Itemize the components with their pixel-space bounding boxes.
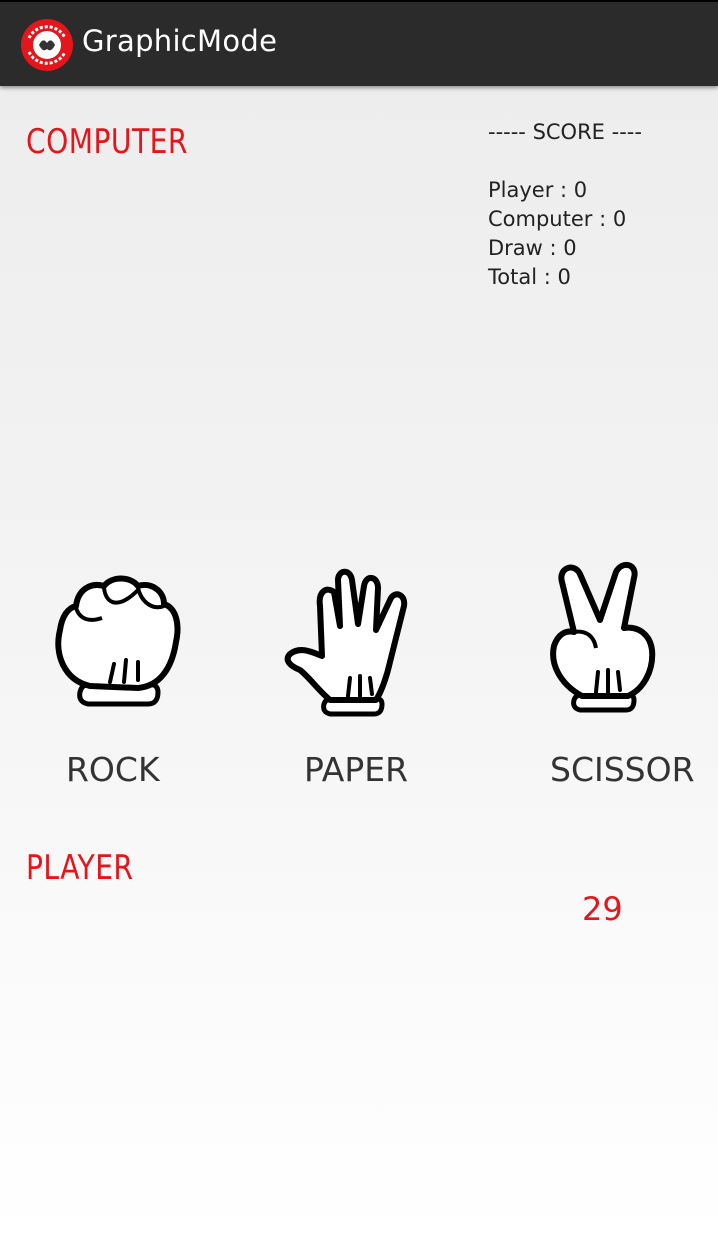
countdown-timer: 29 xyxy=(582,890,623,928)
scissor-hand-icon xyxy=(550,561,656,713)
draw-score: Draw : 0 xyxy=(488,236,577,260)
scissor-button[interactable]: SCISSOR xyxy=(540,556,700,800)
player-score: Player : 0 xyxy=(488,178,588,202)
computer-title: COMPUTER xyxy=(26,122,188,162)
rock-label: ROCK xyxy=(66,750,160,789)
paper-label: PAPER xyxy=(304,750,409,789)
paper-hand-icon xyxy=(284,568,408,717)
computer-score: Computer : 0 xyxy=(488,207,627,231)
total-score: Total : 0 xyxy=(488,265,571,289)
rock-button[interactable]: ROCK xyxy=(40,560,200,800)
score-header: ----- SCORE ---- xyxy=(488,120,642,144)
action-bar: GraphicMode xyxy=(0,2,718,86)
paper-button[interactable]: PAPER xyxy=(276,560,446,800)
scissor-label: SCISSOR xyxy=(550,750,695,789)
rock-hand-icon xyxy=(55,575,181,707)
app-title: GraphicMode xyxy=(82,24,278,58)
score-list: Player : 0 Computer : 0 Draw : 0 Total :… xyxy=(488,176,626,292)
player-title: PLAYER xyxy=(26,848,134,888)
rock-paper-scissors-logo-icon[interactable] xyxy=(20,18,74,72)
